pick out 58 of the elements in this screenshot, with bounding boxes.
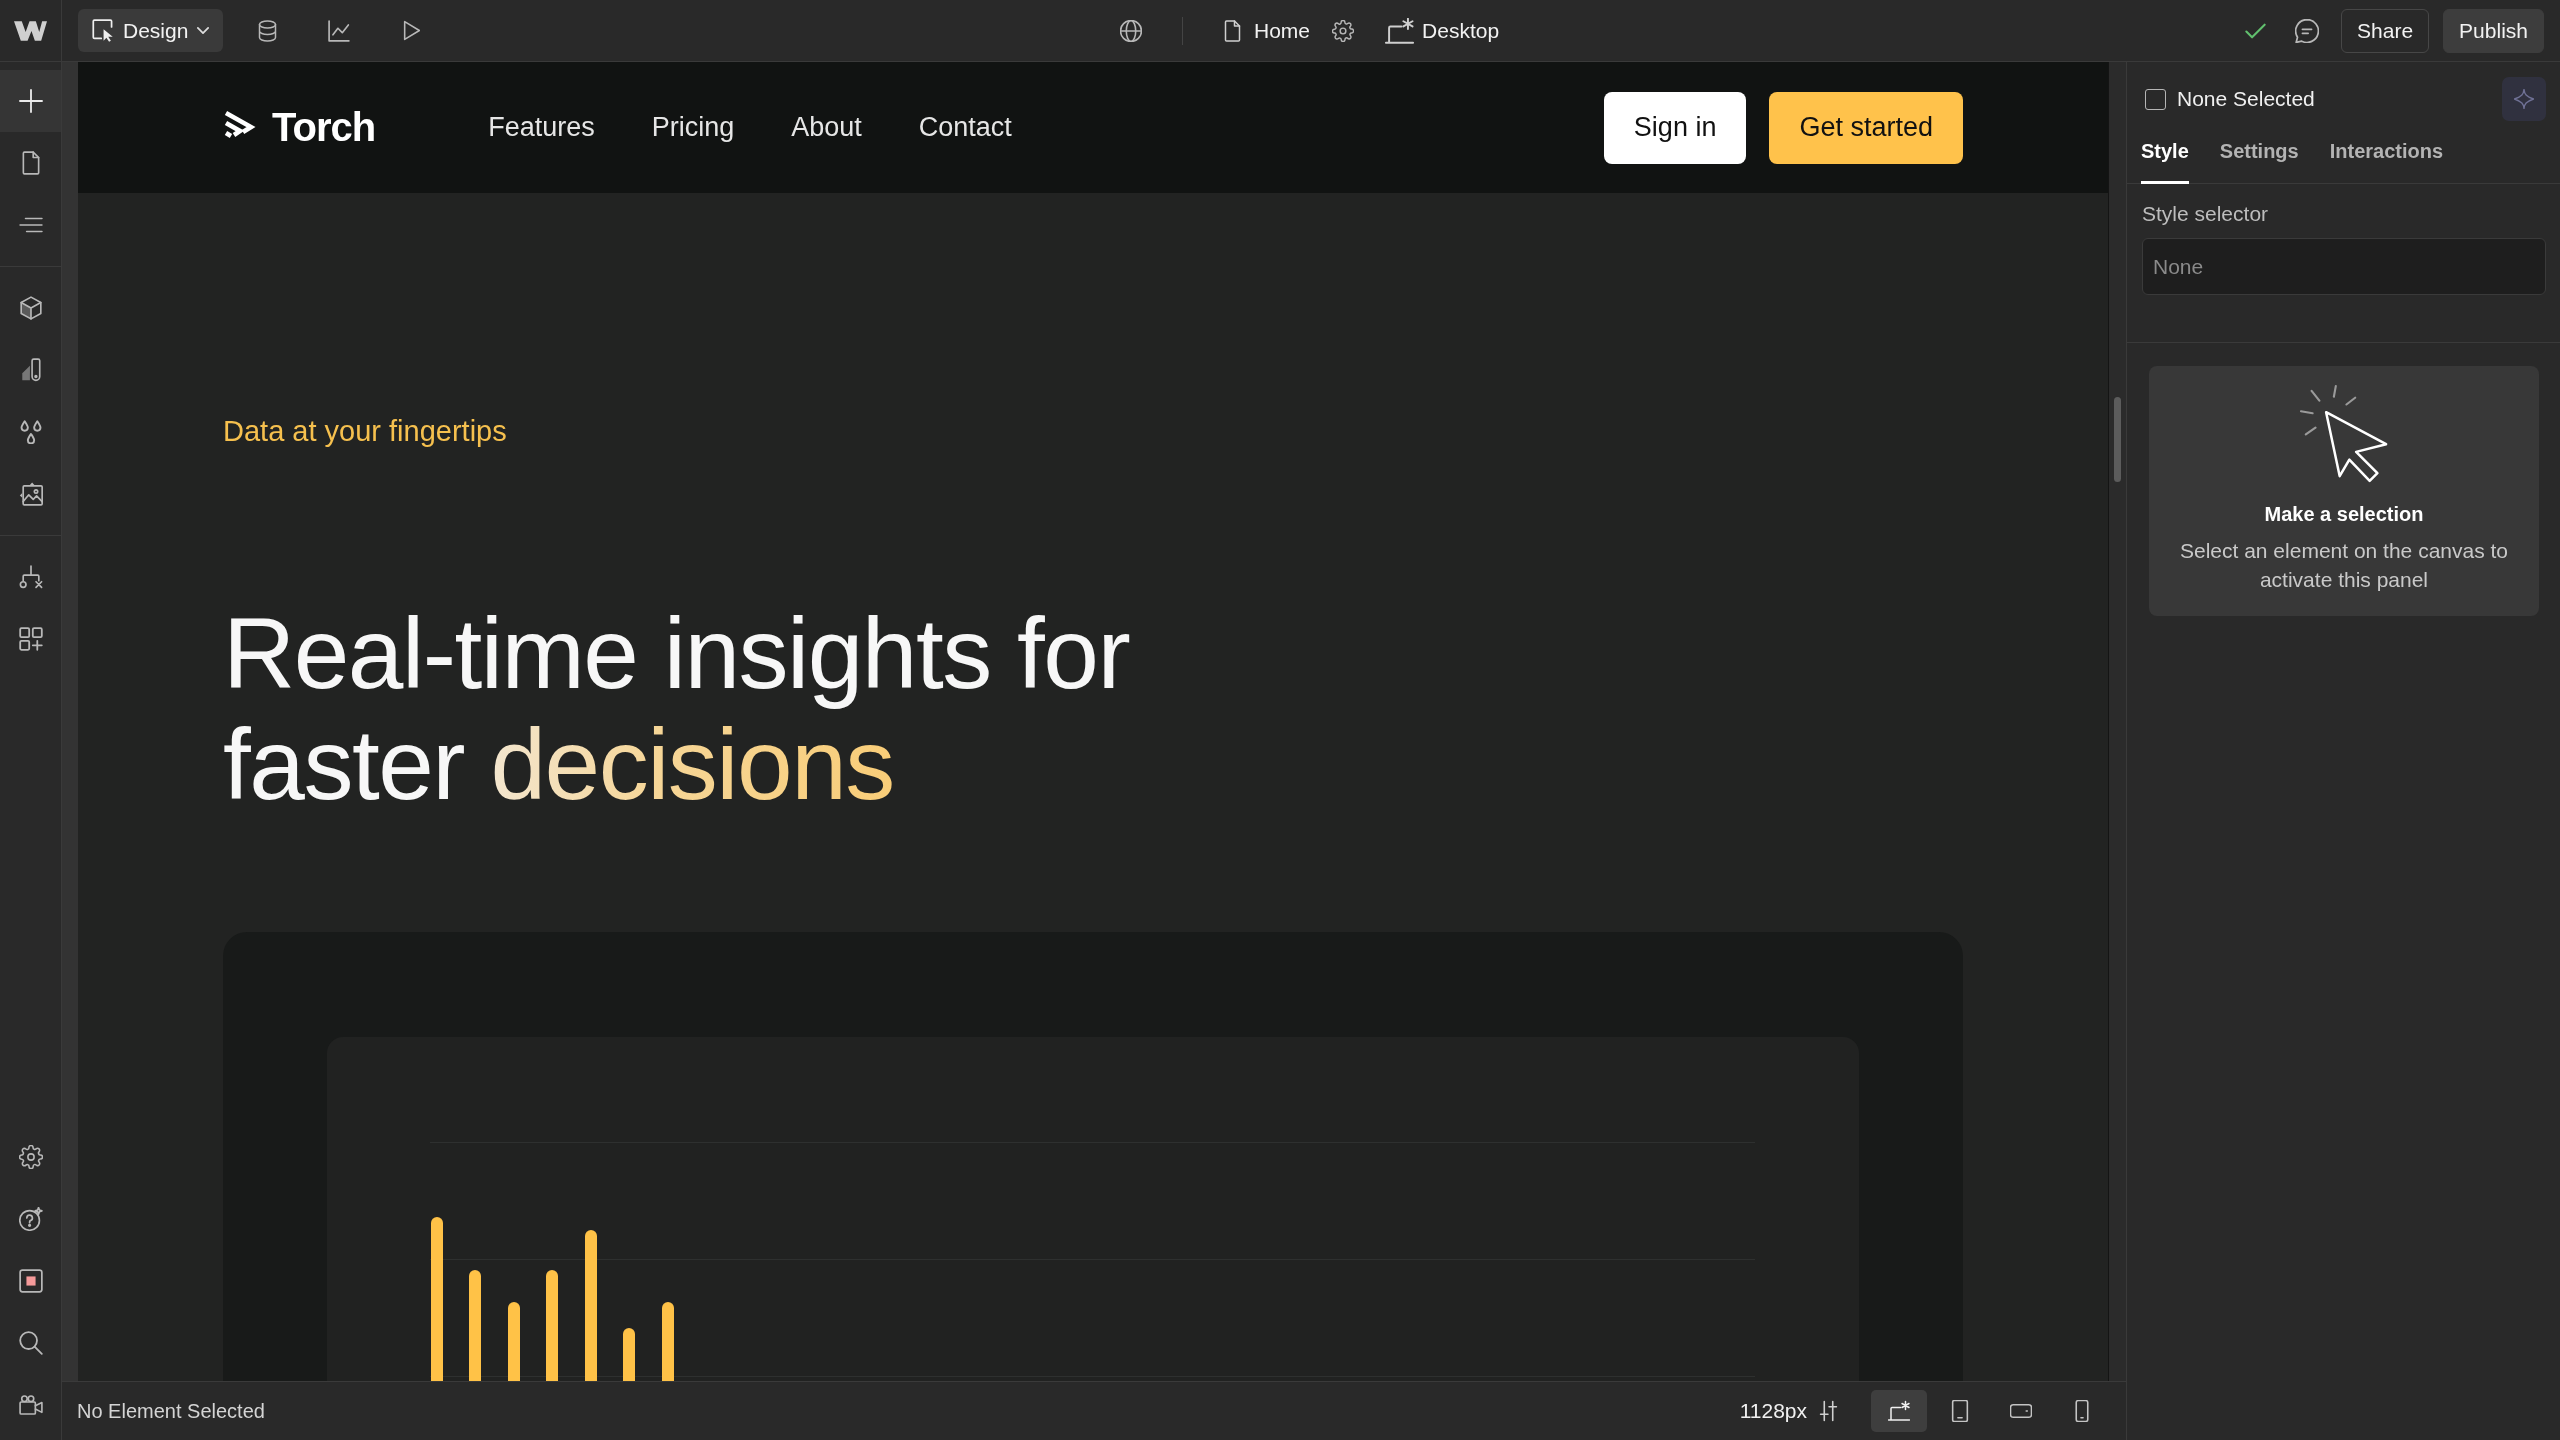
sparkle-button[interactable] xyxy=(2502,77,2546,121)
database-icon[interactable] xyxy=(258,19,278,42)
chart-bar xyxy=(623,1328,635,1381)
cube-icon xyxy=(18,296,43,320)
record-icon[interactable] xyxy=(18,1269,43,1293)
flow-icon xyxy=(18,565,43,589)
page-button[interactable]: Home xyxy=(1224,10,1311,51)
sliders-icon[interactable] xyxy=(1819,1400,1838,1422)
cursor-box-icon xyxy=(92,18,114,43)
hero-heading: Real-time insights for faster decisions xyxy=(223,598,1131,820)
image-icon xyxy=(18,482,43,506)
logo-icon[interactable] xyxy=(14,20,47,41)
breakpoint-button[interactable] xyxy=(1871,1390,1927,1432)
style-selector-field[interactable]: None xyxy=(2142,238,2546,295)
drops-icon xyxy=(18,420,43,444)
gear-icon[interactable] xyxy=(18,1145,43,1169)
globe-icon[interactable] xyxy=(1120,19,1142,42)
breakpoint-button[interactable]: Desktop xyxy=(1385,10,1500,51)
share-button[interactable]: Share xyxy=(2341,8,2430,53)
cursor-click-icon xyxy=(2299,385,2389,483)
comment-icon[interactable] xyxy=(2295,18,2320,43)
mode-button[interactable]: Design xyxy=(78,9,224,52)
width-readout[interactable]: 1128px xyxy=(1739,1399,1807,1423)
brand-name[interactable]: Torch xyxy=(272,105,376,150)
chevron-down-icon xyxy=(197,27,210,34)
hero-eyebrow: Data at your fingertips xyxy=(223,414,508,449)
video-camera-icon[interactable] xyxy=(18,1393,43,1417)
nav-link[interactable]: Contact xyxy=(918,112,1012,143)
publish-button[interactable]: Publish xyxy=(2443,8,2544,53)
panel-tab[interactable]: Style xyxy=(2141,121,2189,184)
panel-tab[interactable]: Settings xyxy=(2219,121,2299,184)
monitor-icon xyxy=(1888,1400,1910,1422)
monitor-icon xyxy=(1385,17,1415,44)
checkbox[interactable] xyxy=(2145,88,2166,110)
scrollbar-thumb[interactable] xyxy=(2114,397,2121,482)
panel-tab[interactable]: Interactions xyxy=(2329,121,2444,184)
check-icon xyxy=(2245,22,2267,39)
status-text: No Element Selected xyxy=(77,1399,265,1423)
plus-icon xyxy=(18,89,43,113)
sparkle-icon xyxy=(2514,89,2534,109)
get-started-button[interactable]: Get started xyxy=(1769,91,1963,164)
page-icon xyxy=(1224,19,1241,42)
gear-icon[interactable] xyxy=(1332,19,1355,42)
play-icon[interactable] xyxy=(403,20,421,41)
nav-link[interactable]: Pricing xyxy=(651,112,735,143)
apps-icon xyxy=(18,627,43,651)
sidebar-button[interactable] xyxy=(0,70,61,132)
empty-state-title: Make a selection xyxy=(2264,502,2424,526)
nav-link[interactable]: Features xyxy=(488,112,595,143)
help-icon[interactable] xyxy=(18,1207,43,1231)
tablet-icon xyxy=(1949,1400,1971,1422)
sign-in-button[interactable]: Sign in xyxy=(1603,91,1747,164)
line-chart-icon[interactable] xyxy=(328,19,351,42)
search-icon[interactable] xyxy=(18,1331,43,1355)
nav-link[interactable]: About xyxy=(791,112,862,143)
empty-state-text: Select an element on the canvas to activate this panel xyxy=(2178,538,2509,593)
field-label: Style selector xyxy=(2142,202,2269,226)
selection-label: None Selected xyxy=(2177,87,2315,111)
